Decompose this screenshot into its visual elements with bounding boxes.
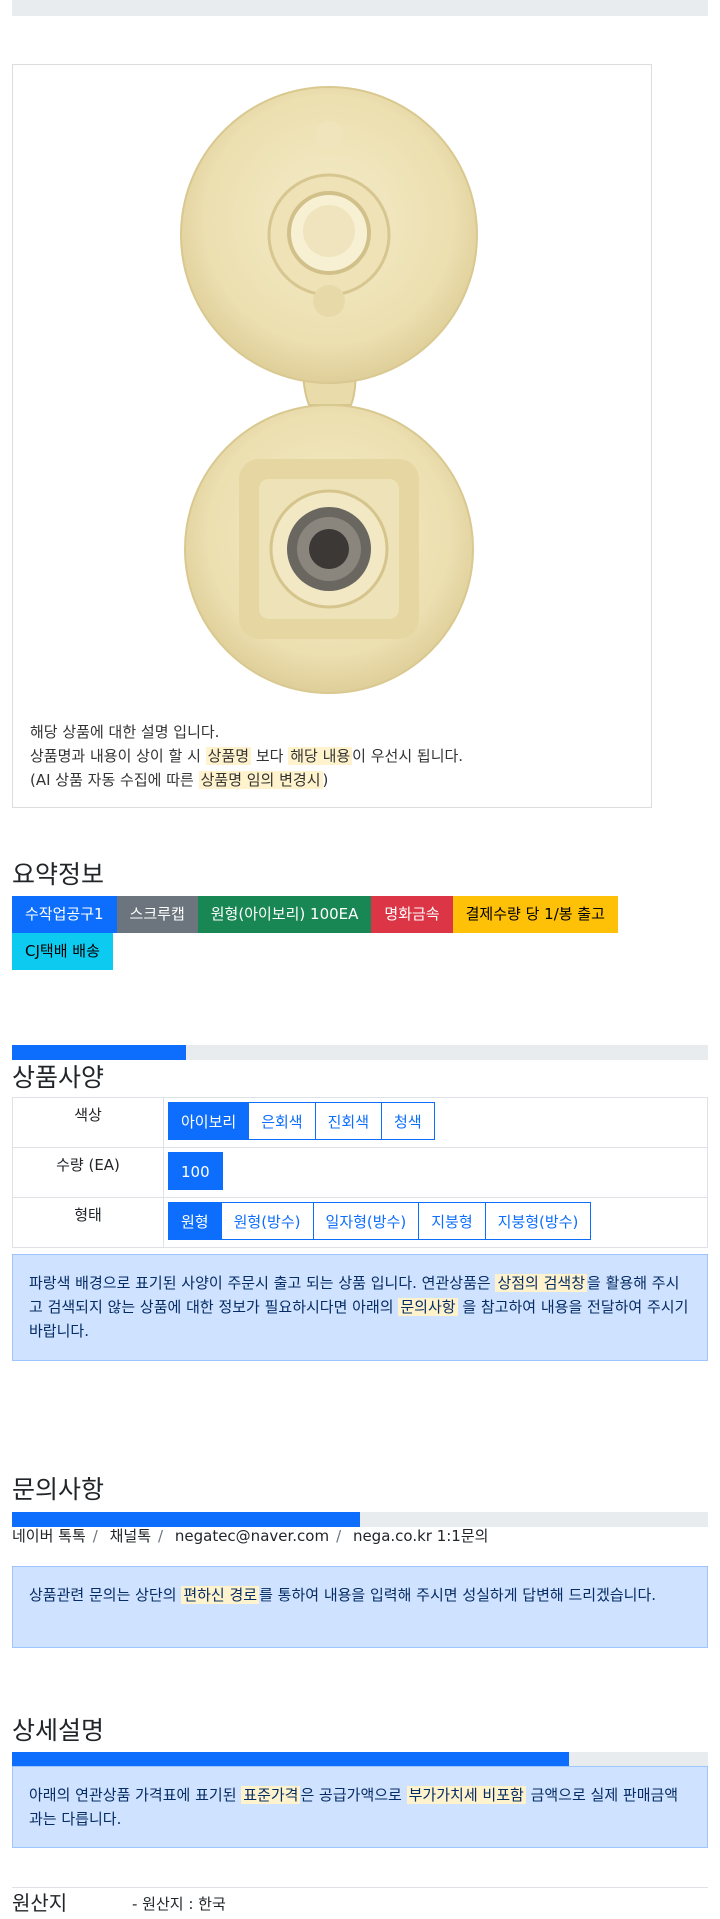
option-button[interactable]: 청색 [381,1102,435,1140]
summary-badge: 결제수량 당 1/봉 출고 [452,896,618,933]
detail-progress [12,1752,708,1767]
origin-divider [12,1887,708,1888]
option-button-group: 100 [168,1152,707,1190]
spec-note: 파랑색 배경으로 표기된 사양이 주문시 출고 되는 상품 입니다. 연관상품은… [12,1254,708,1361]
spec-row-options: 원형 원형(방수) 일자형(방수) 지붕형 지붕형(방수) [163,1197,708,1248]
summary-badge: 원형(아이보리) 100EA [197,896,372,933]
product-photo-card: 해당 상품에 대한 설명 입니다. 상품명과 내용이 상이 할 시 상품명 보다… [12,64,652,808]
spec-row-options: 100 [163,1147,708,1198]
highlight: 상품명 임의 변경시 [198,771,323,789]
option-button[interactable]: 지붕형(방수) [484,1202,592,1240]
option-button[interactable]: 일자형(방수) [312,1202,420,1240]
detail-progress-fill [12,1752,569,1767]
detail-note: 아래의 연관상품 가격표에 표기된 표준가격 은 공급가액으로 부가가치세 비포함… [12,1766,708,1848]
spec-row: 수량 (EA) 100 [12,1147,708,1198]
highlight: 편하신 경로 [181,1586,260,1604]
option-button[interactable]: 원형 [168,1202,222,1240]
origin-label: 원산지 [12,1891,68,1915]
contact-website-inquiry[interactable]: nega.co.kr 1:1문의 [353,1527,489,1545]
spec-table: 색상 아이보리 은회색 진회색 청색 수량 (EA) 100 형태 원형 원형(방수) 일자형(방수… [12,1097,708,1248]
option-button-group: 아이보리 은회색 진회색 청색 [168,1102,707,1140]
card-desc-line3: (AI 상품 자동 수집에 따른 상품명 임의 변경시) [30,771,329,789]
detail-title: 상세설명 [12,1716,105,1745]
spec-row: 색상 아이보리 은회색 진회색 청색 [12,1097,708,1148]
summary-title: 요약정보 [12,860,105,889]
inquiry-title: 문의사항 [12,1475,105,1504]
spec-title: 상품사양 [12,1063,105,1092]
highlight: 부가가치세 비포함 [406,1786,526,1804]
option-button[interactable]: 원형(방수) [220,1202,314,1240]
highlight: 문의사항 [398,1298,458,1316]
spec-row-label: 수량 (EA) [12,1147,164,1198]
product-image [180,86,478,694]
option-button[interactable]: 은회색 [248,1102,316,1140]
highlight: 표준가격 [241,1786,301,1804]
spec-row-label: 형태 [12,1197,164,1248]
option-button-group: 원형 원형(방수) 일자형(방수) 지붕형 지붕형(방수) [168,1202,707,1240]
highlight: 상품명 [205,747,252,765]
contact-naver-talk[interactable]: 네이버 톡톡 [12,1527,86,1545]
summary-badges: 수작업공구1 스크루캡 원형(아이보리) 100EA 명화금속 결제수량 당 1/봉 출… [12,896,672,970]
spec-row-label: 색상 [12,1097,164,1148]
card-desc-line1: 해당 상품에 대한 설명 입니다. [30,723,220,741]
summary-badge: CJ택배 배송 [12,933,113,970]
highlight: 해당 내용 [288,747,353,765]
summary-badge: 스크루캡 [116,896,198,933]
option-button[interactable]: 지붕형 [418,1202,486,1240]
highlight: 상점의 검색창 [495,1274,588,1292]
card-desc-line2: 상품명과 내용이 상이 할 시 상품명 보다 해당 내용 이 우선시 됩니다. [30,747,464,765]
spec-row-options: 아이보리 은회색 진회색 청색 [163,1097,708,1148]
summary-badge: 명화금속 [371,896,453,933]
inquiry-note: 상품관련 문의는 상단의 편하신 경로 를 통하여 내용을 입력해 주시면 성실하… [12,1566,708,1648]
option-button[interactable]: 진회색 [314,1102,383,1140]
contact-breadcrumb: 네이버 톡톡 / 채널톡 / negatec@naver.com / nega.co.… [12,1527,489,1545]
contact-email[interactable]: negatec@naver.com [175,1527,329,1545]
contact-channel-talk[interactable]: 채널톡 [110,1527,151,1545]
spec-progress [12,1045,708,1060]
option-button[interactable]: 아이보리 [168,1102,250,1140]
option-button[interactable]: 100 [168,1152,223,1190]
spec-row: 형태 원형 원형(방수) 일자형(방수) 지붕형 지붕형(방수) [12,1197,708,1248]
origin-value: - 원산지 : 한국 [132,1895,226,1913]
top-progress-track [12,0,708,16]
summary-badge: 수작업공구1 [12,896,117,933]
